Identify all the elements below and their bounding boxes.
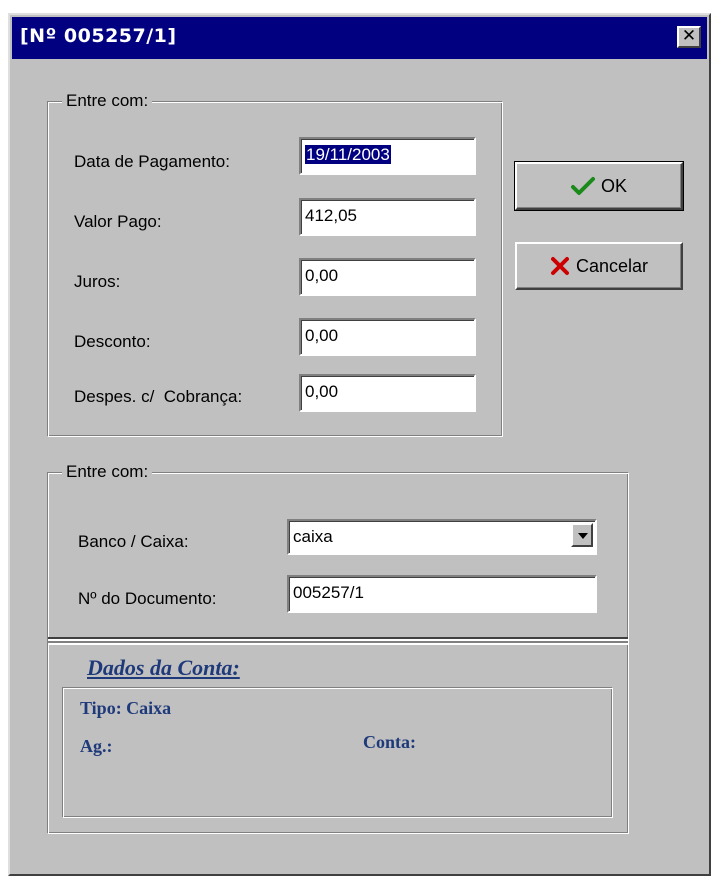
documento-input[interactable]: 005257/1 [287, 575, 597, 613]
documento-value: 005257/1 [293, 583, 364, 602]
data-pagamento-value: 19/11/2003 [305, 145, 391, 164]
valor-pago-value: 412,05 [305, 206, 357, 225]
despesas-cobranca-value: 0,00 [305, 382, 339, 401]
payment-group-legend: Entre com: [62, 91, 153, 111]
data-pagamento-label: Data de Pagamento: [74, 152, 230, 171]
juros-input[interactable]: 0,00 [299, 258, 476, 296]
ok-button-label: OK [600, 175, 627, 196]
account-group-legend: Entre com: [62, 462, 153, 482]
conta-text: Conta: [363, 732, 416, 752]
data-pagamento-input[interactable]: 19/11/2003 [299, 137, 476, 175]
dialog-window: [Nº 005257/1] ✕ Entre com: Data de Pagam… [8, 13, 711, 876]
banco-caixa-value: caixa [293, 527, 333, 546]
red-x-icon [550, 257, 569, 275]
ok-button[interactable]: OK [514, 161, 684, 211]
documento-label: Nº do Documento: [78, 589, 217, 608]
dados-conta-title: Dados da Conta: [87, 655, 240, 680]
checkmark-icon [570, 177, 595, 195]
separator-line-2 [48, 641, 628, 645]
desconto-input[interactable]: 0,00 [299, 318, 476, 356]
tipo-text: Tipo: Caixa [80, 698, 172, 718]
chevron-down-icon[interactable] [571, 523, 593, 547]
window-title: [Nº 005257/1] [20, 25, 177, 47]
banco-caixa-select[interactable]: caixa [287, 519, 597, 555]
despesas-cobranca-input[interactable]: 0,00 [299, 374, 476, 412]
desconto-value: 0,00 [305, 326, 339, 345]
title-bar[interactable]: [Nº 005257/1] ✕ [12, 17, 707, 59]
juros-value: 0,00 [305, 266, 339, 285]
valor-pago-input[interactable]: 412,05 [299, 198, 476, 236]
agencia-text: Ag.: [80, 736, 113, 756]
cancel-button[interactable]: Cancelar [515, 242, 683, 290]
banco-caixa-label: Banco / Caixa: [78, 532, 189, 551]
juros-label: Juros: [74, 272, 121, 291]
valor-pago-label: Valor Pago: [74, 212, 162, 231]
cancel-button-label: Cancelar [575, 255, 649, 276]
close-button[interactable]: ✕ [677, 26, 701, 48]
close-icon: ✕ [681, 26, 697, 46]
despesas-cobranca-label: Despes. c/ Cobrança: [74, 387, 243, 406]
desconto-label: Desconto: [74, 332, 151, 351]
